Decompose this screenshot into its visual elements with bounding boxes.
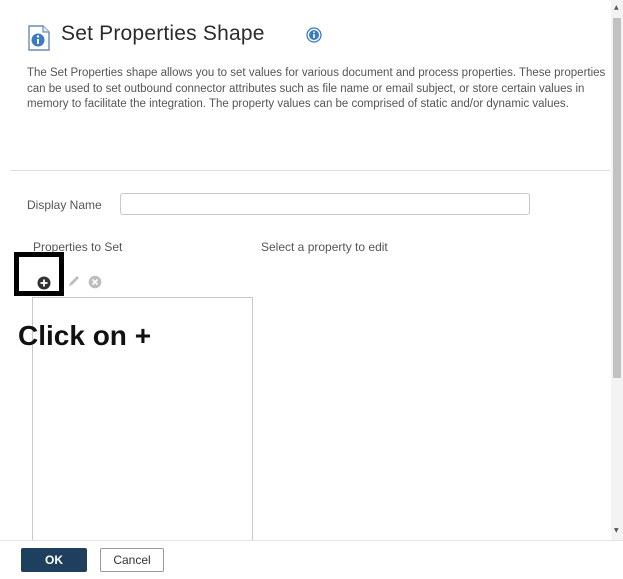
dialog-header: Set Properties Shape The Set Properties … [0,0,610,170]
add-button-highlight [14,252,64,296]
ok-button[interactable]: OK [21,548,87,572]
vertical-scrollbar[interactable]: ▲ ▼ [611,0,623,545]
delete-circle-icon[interactable] [88,275,102,289]
cancel-button[interactable]: Cancel [100,548,164,572]
scroll-down-arrow-icon[interactable]: ▼ [614,528,619,534]
header-divider [10,170,610,171]
pencil-icon[interactable] [67,274,81,288]
shape-info-icon [28,25,50,51]
select-property-hint: Select a property to edit [261,240,388,254]
display-name-input[interactable] [120,193,530,215]
dialog-title: Set Properties Shape [61,22,265,45]
dialog-description: The Set Properties shape allows you to s… [27,67,606,111]
info-icon[interactable] [306,27,322,43]
scrollbar-thumb[interactable] [613,18,621,378]
scroll-up-arrow-icon[interactable]: ▲ [614,5,619,11]
dialog-footer: OK Cancel [0,540,623,579]
display-name-label: Display Name [27,198,102,212]
callout-text: Click on + [18,320,152,351]
